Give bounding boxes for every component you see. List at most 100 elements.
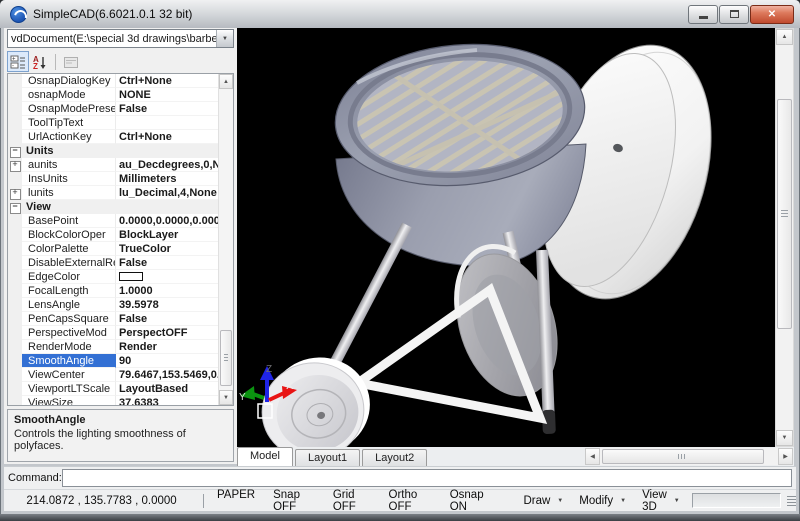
property-row-edgecolor[interactable]: EdgeColor [8,270,218,284]
property-row-viewcenter[interactable]: ViewCenter79.6467,153.5469,0. [8,368,218,382]
property-row-aunits[interactable]: +aunitsau_Decdegrees,0,No [8,158,218,172]
categorized-view-button[interactable]: + - [7,51,29,72]
property-value[interactable]: Ctrl+None [116,74,218,88]
close-icon: ✕ [768,9,776,20]
property-value[interactable]: PerspectOFF [116,326,218,340]
property-row-lunits[interactable]: +lunitslu_Decimal,4,None [8,186,218,200]
property-pages-button[interactable] [60,51,82,72]
scroll-up-button[interactable]: ▲ [219,74,233,89]
property-row-viewsize[interactable]: ViewSize37.6383 [8,396,218,406]
expand-icon[interactable]: + [8,158,22,172]
property-row-perspectivemod[interactable]: PerspectiveModPerspectOFF [8,326,218,340]
scroll-up-button[interactable]: ▲ [776,29,793,45]
property-row-blockcoloroper[interactable]: BlockColorOperBlockLayer [8,228,218,242]
status-toggle-ortho-off[interactable]: Ortho OFF [380,489,441,513]
alphabetical-sort-button[interactable]: A Z [29,51,51,72]
command-input[interactable] [62,469,792,487]
property-value[interactable]: False [116,256,218,270]
scrollbar-thumb[interactable] [220,330,232,386]
title-bar[interactable]: SimpleCAD(6.6021.0.1 32 bit) ✕ [0,0,800,28]
status-toggle-osnap-on[interactable]: Osnap ON [441,489,502,513]
scrollbar-thumb[interactable] [777,99,792,329]
property-value[interactable]: lu_Decimal,4,None [116,186,218,200]
row-margin [8,88,22,102]
property-value[interactable] [116,270,218,284]
property-value[interactable]: au_Decdegrees,0,No [116,158,218,172]
property-row-lensangle[interactable]: LensAngle39.5978 [8,298,218,312]
property-value[interactable]: Millimeters [116,172,218,186]
property-value[interactable]: False [116,312,218,326]
close-button[interactable]: ✕ [750,5,794,24]
status-toggle-grid-off[interactable]: Grid OFF [324,489,380,513]
minimize-button[interactable] [688,5,718,24]
app-logo-icon [10,6,27,23]
collapse-icon[interactable]: − [8,200,22,214]
property-value[interactable]: LayoutBased [116,382,218,396]
property-value[interactable]: TrueColor [116,242,218,256]
viewport-vertical-scrollbar[interactable]: ▲ ▼ [775,28,794,447]
property-row-osnapdialogkey[interactable]: OsnapDialogKeyCtrl+None [8,74,218,88]
property-value[interactable]: NONE [116,88,218,102]
property-value[interactable]: 1.0000 [116,284,218,298]
property-row-pencapssquare[interactable]: PenCapsSquareFalse [8,312,218,326]
scroll-left-button[interactable]: ◀ [585,448,600,465]
property-value[interactable]: 90 [116,354,218,368]
row-margin [8,102,22,116]
property-name: OsnapDialogKey [22,74,116,88]
tab-layout1[interactable]: Layout1 [295,449,360,466]
viewport-horizontal-scrollbar[interactable]: ◀ ▶ [585,448,793,465]
property-row-viewportltscale[interactable]: ViewportLTScaleLayoutBased [8,382,218,396]
status-bar: 214.0872 , 135.7783 , 0.0000 PAPERSnap O… [4,489,796,511]
menu-modify[interactable]: Modify▼ [571,489,634,513]
status-separator [203,494,204,508]
scrollbar-thumb[interactable] [602,449,764,464]
property-row-smoothangle[interactable]: SmoothAngle90 [8,354,218,368]
property-value[interactable]: BlockLayer [116,228,218,242]
scroll-right-icon: ▶ [783,453,788,460]
property-row-tooltiptext[interactable]: ToolTipText [8,116,218,130]
property-row-osnapmode[interactable]: osnapModeNONE [8,88,218,102]
combobox-dropdown-button[interactable]: ▼ [216,30,233,47]
scroll-down-button[interactable]: ▼ [776,430,793,446]
chevron-down-icon: ▼ [557,498,563,504]
tab-layout2[interactable]: Layout2 [362,449,427,466]
resize-grip[interactable] [787,496,796,506]
row-margin [8,396,22,406]
scroll-down-button[interactable]: ▼ [219,390,233,405]
property-row-colorpalette[interactable]: ColorPaletteTrueColor [8,242,218,256]
property-row-focallength[interactable]: FocalLength1.0000 [8,284,218,298]
property-row-rendermode[interactable]: RenderModeRender [8,340,218,354]
category-row-units[interactable]: −Units [8,144,218,158]
menu-view-3d[interactable]: View 3D▼ [634,489,688,513]
property-row-osnapmodepreserve[interactable]: OsnapModePreserveFalse [8,102,218,116]
thumb-grip [781,210,788,217]
property-value[interactable]: Render [116,340,218,354]
scroll-right-button[interactable]: ▶ [778,448,793,465]
status-toggle-paper[interactable]: PAPER [208,489,264,513]
menu-draw[interactable]: Draw▼ [515,489,571,513]
category-row-view[interactable]: −View [8,200,218,214]
collapse-icon[interactable]: − [8,144,22,158]
property-name: PerspectiveMod [22,326,116,340]
row-margin [8,340,22,354]
expand-icon[interactable]: + [8,186,22,200]
color-swatch[interactable] [119,272,143,281]
property-value[interactable]: 37.6383 [116,396,218,406]
property-value[interactable]: Ctrl+None [116,130,218,144]
row-margin [8,312,22,326]
property-value[interactable]: 39.5978 [116,298,218,312]
property-value[interactable]: 0.0000,0.0000,0.000 [116,214,218,228]
property-row-urlactionkey[interactable]: UrlActionKeyCtrl+None [8,130,218,144]
property-value[interactable] [116,116,218,130]
status-toggle-snap-off[interactable]: Snap OFF [264,489,324,513]
property-row-insunits[interactable]: InsUnitsMillimeters [8,172,218,186]
property-value[interactable]: False [116,102,218,116]
property-grid-scrollbar[interactable]: ▲ ▼ [218,74,233,405]
property-value[interactable]: 79.6467,153.5469,0. [116,368,218,382]
property-row-basepoint[interactable]: BasePoint0.0000,0.0000,0.000 [8,214,218,228]
maximize-button[interactable] [719,5,749,24]
tab-model[interactable]: Model [237,447,293,466]
model-viewport[interactable]: Z Y X [237,28,775,447]
document-combobox[interactable]: vdDocument(E:\special 3d drawings\barbec… [7,29,234,48]
property-row-disableexternalrefer[interactable]: DisableExternalReferFalse [8,256,218,270]
